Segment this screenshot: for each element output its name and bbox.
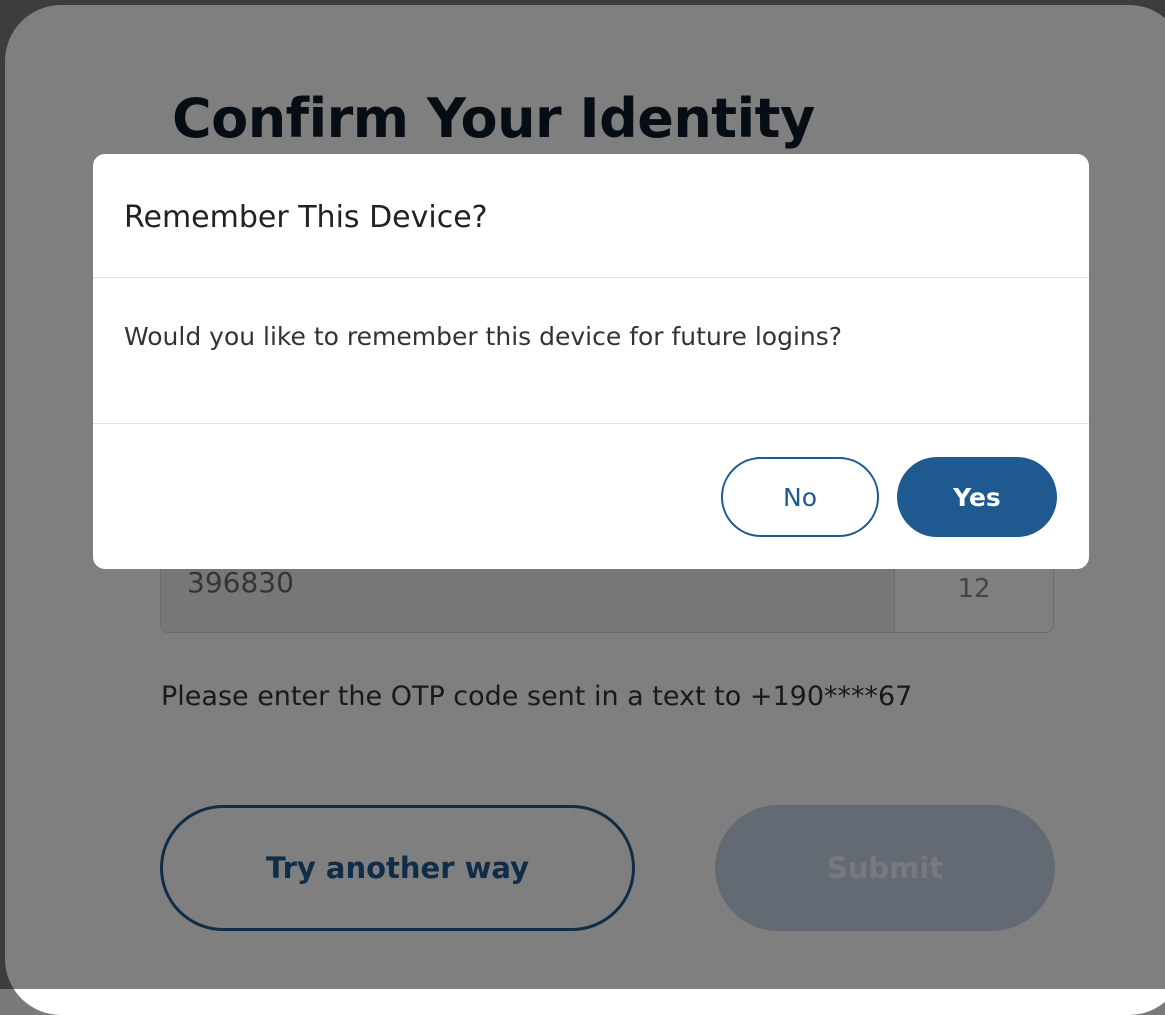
modal-message: Would you like to remember this device f… bbox=[124, 322, 843, 351]
no-button[interactable]: No bbox=[721, 457, 879, 537]
remember-device-modal: Remember This Device? Would you like to … bbox=[93, 154, 1089, 569]
modal-header: Remember This Device? bbox=[93, 154, 1089, 278]
modal-body: Would you like to remember this device f… bbox=[93, 278, 1089, 424]
modal-title: Remember This Device? bbox=[124, 200, 488, 235]
modal-footer: No Yes bbox=[93, 424, 1089, 569]
yes-button[interactable]: Yes bbox=[897, 457, 1057, 537]
